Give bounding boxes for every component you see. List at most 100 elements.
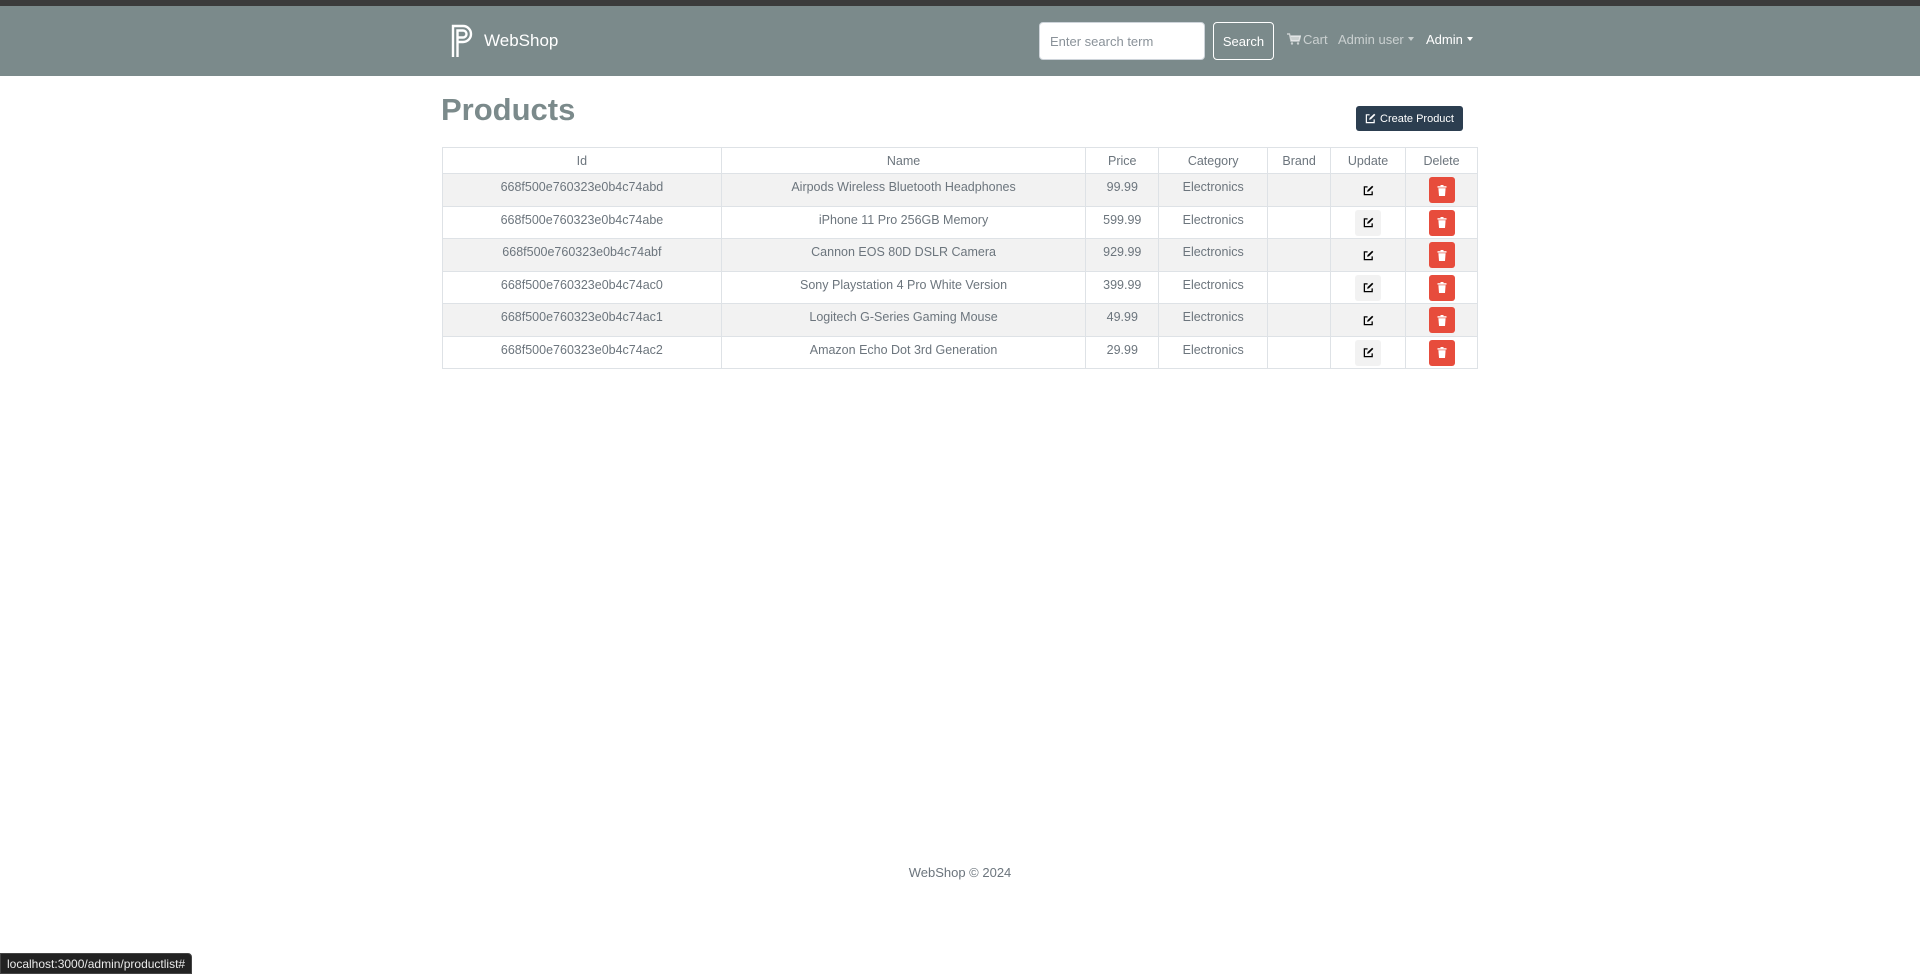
- user-menu-dropdown[interactable]: Admin user: [1338, 29, 1414, 49]
- column-header-name: Name: [720, 147, 1087, 174]
- product-id: 668f500e760323e0b4c74abe: [442, 205, 722, 239]
- column-header-price: Price: [1085, 147, 1160, 174]
- edit-product-button[interactable]: [1355, 242, 1382, 268]
- delete-cell: [1405, 335, 1478, 369]
- product-name: Cannon EOS 80D DSLR Camera: [720, 238, 1087, 272]
- webshop-logo-icon: [451, 24, 473, 57]
- brand-link[interactable]: WebShop: [450, 24, 558, 58]
- table-row: 668f500e760323e0b4c74ac1 Logitech G-Seri…: [442, 303, 1478, 337]
- delete-product-button[interactable]: [1428, 177, 1455, 203]
- footer: WebShop © 2024: [0, 865, 1920, 880]
- create-product-button[interactable]: Create Product: [1356, 106, 1463, 131]
- update-cell: [1330, 173, 1407, 207]
- table-row: 668f500e760323e0b4c74abd Airpods Wireles…: [442, 173, 1478, 207]
- edit-product-button[interactable]: [1355, 209, 1382, 236]
- column-header-update: Update: [1330, 147, 1407, 174]
- product-price: 929.99: [1085, 238, 1160, 272]
- table-row: 668f500e760323e0b4c74abf Cannon EOS 80D …: [442, 238, 1478, 272]
- trash-icon: [1437, 282, 1446, 293]
- edit-product-button[interactable]: [1355, 274, 1382, 301]
- edit-product-button[interactable]: [1355, 339, 1382, 366]
- column-header-id: Id: [442, 147, 722, 174]
- delete-cell: [1405, 238, 1478, 272]
- product-category: Electronics: [1158, 205, 1269, 239]
- delete-cell: [1405, 303, 1478, 337]
- product-brand: [1267, 303, 1332, 337]
- update-cell: [1330, 238, 1407, 272]
- trash-icon: [1437, 249, 1446, 261]
- edit-product-button[interactable]: [1355, 307, 1382, 333]
- cart-link[interactable]: Cart: [1287, 29, 1328, 49]
- table-header-row: Id Name Price Category Brand Update Dele…: [442, 147, 1478, 174]
- delete-cell: [1405, 173, 1478, 207]
- product-brand: [1267, 270, 1332, 304]
- browser-status-bar: localhost:3000/admin/productlist#: [0, 953, 193, 974]
- product-brand: [1267, 205, 1332, 239]
- product-id: 668f500e760323e0b4c74ac1: [442, 303, 722, 337]
- product-id: 668f500e760323e0b4c74ac2: [442, 335, 722, 369]
- product-brand: [1267, 335, 1332, 369]
- create-product-label: Create Product: [1380, 112, 1454, 125]
- delete-product-button[interactable]: [1428, 307, 1455, 333]
- navbar: WebShop Search Cart Admin user Admin: [0, 6, 1920, 76]
- admin-menu-label: Admin: [1426, 31, 1463, 47]
- edit-icon: [1363, 282, 1373, 293]
- column-header-brand: Brand: [1267, 147, 1332, 174]
- product-price: 99.99: [1085, 173, 1160, 207]
- edit-icon: [1365, 113, 1376, 124]
- caret-down-icon: [1407, 37, 1414, 41]
- delete-cell: [1405, 205, 1478, 239]
- edit-product-button[interactable]: [1355, 177, 1382, 203]
- table-row: 668f500e760323e0b4c74ac2 Amazon Echo Dot…: [442, 335, 1478, 369]
- product-name: iPhone 11 Pro 256GB Memory: [720, 205, 1087, 239]
- trash-icon: [1437, 184, 1446, 196]
- page-title: Products: [441, 92, 576, 127]
- trash-icon: [1437, 347, 1446, 358]
- edit-icon: [1363, 217, 1373, 228]
- caret-down-icon: [1466, 37, 1473, 41]
- edit-icon: [1363, 315, 1373, 325]
- update-cell: [1330, 335, 1407, 369]
- status-url: localhost:3000/admin/productlist#: [7, 956, 186, 971]
- product-price: 49.99: [1085, 303, 1160, 337]
- product-name: Logitech G-Series Gaming Mouse: [720, 303, 1087, 337]
- table-row: 668f500e760323e0b4c74abe iPhone 11 Pro 2…: [442, 205, 1478, 239]
- product-name: Sony Playstation 4 Pro White Version: [720, 270, 1087, 304]
- update-cell: [1330, 303, 1407, 337]
- product-category: Electronics: [1158, 335, 1269, 369]
- product-name: Airpods Wireless Bluetooth Headphones: [720, 173, 1087, 207]
- delete-product-button[interactable]: [1428, 274, 1455, 301]
- search-input[interactable]: [1039, 22, 1205, 60]
- cart-icon: [1287, 33, 1301, 45]
- edit-icon: [1363, 250, 1373, 260]
- footer-copyright: WebShop © 2024: [908, 865, 1012, 880]
- product-price: 29.99: [1085, 335, 1160, 369]
- product-price: 399.99: [1085, 270, 1160, 304]
- trash-icon: [1437, 314, 1446, 326]
- column-header-delete: Delete: [1405, 147, 1478, 174]
- table-row: 668f500e760323e0b4c74ac0 Sony Playstatio…: [442, 270, 1478, 304]
- column-header-category: Category: [1158, 147, 1269, 174]
- product-brand: [1267, 238, 1332, 272]
- product-id: 668f500e760323e0b4c74abd: [442, 173, 722, 207]
- delete-product-button[interactable]: [1428, 242, 1455, 268]
- brand-name: WebShop: [484, 31, 559, 50]
- search-button[interactable]: Search: [1213, 22, 1274, 60]
- update-cell: [1330, 205, 1407, 239]
- edit-icon: [1363, 347, 1373, 358]
- user-menu-label: Admin user: [1338, 31, 1404, 47]
- product-category: Electronics: [1158, 270, 1269, 304]
- delete-product-button[interactable]: [1428, 209, 1455, 236]
- product-name: Amazon Echo Dot 3rd Generation: [720, 335, 1087, 369]
- trash-icon: [1437, 217, 1446, 228]
- edit-icon: [1363, 185, 1373, 195]
- cart-label: Cart: [1303, 31, 1328, 47]
- product-id: 668f500e760323e0b4c74abf: [442, 238, 722, 272]
- product-id: 668f500e760323e0b4c74ac0: [442, 270, 722, 304]
- delete-product-button[interactable]: [1428, 339, 1455, 366]
- admin-menu-dropdown[interactable]: Admin: [1426, 29, 1473, 49]
- delete-cell: [1405, 270, 1478, 304]
- product-price: 599.99: [1085, 205, 1160, 239]
- products-table: Id Name Price Category Brand Update Dele…: [442, 147, 1478, 369]
- product-category: Electronics: [1158, 238, 1269, 272]
